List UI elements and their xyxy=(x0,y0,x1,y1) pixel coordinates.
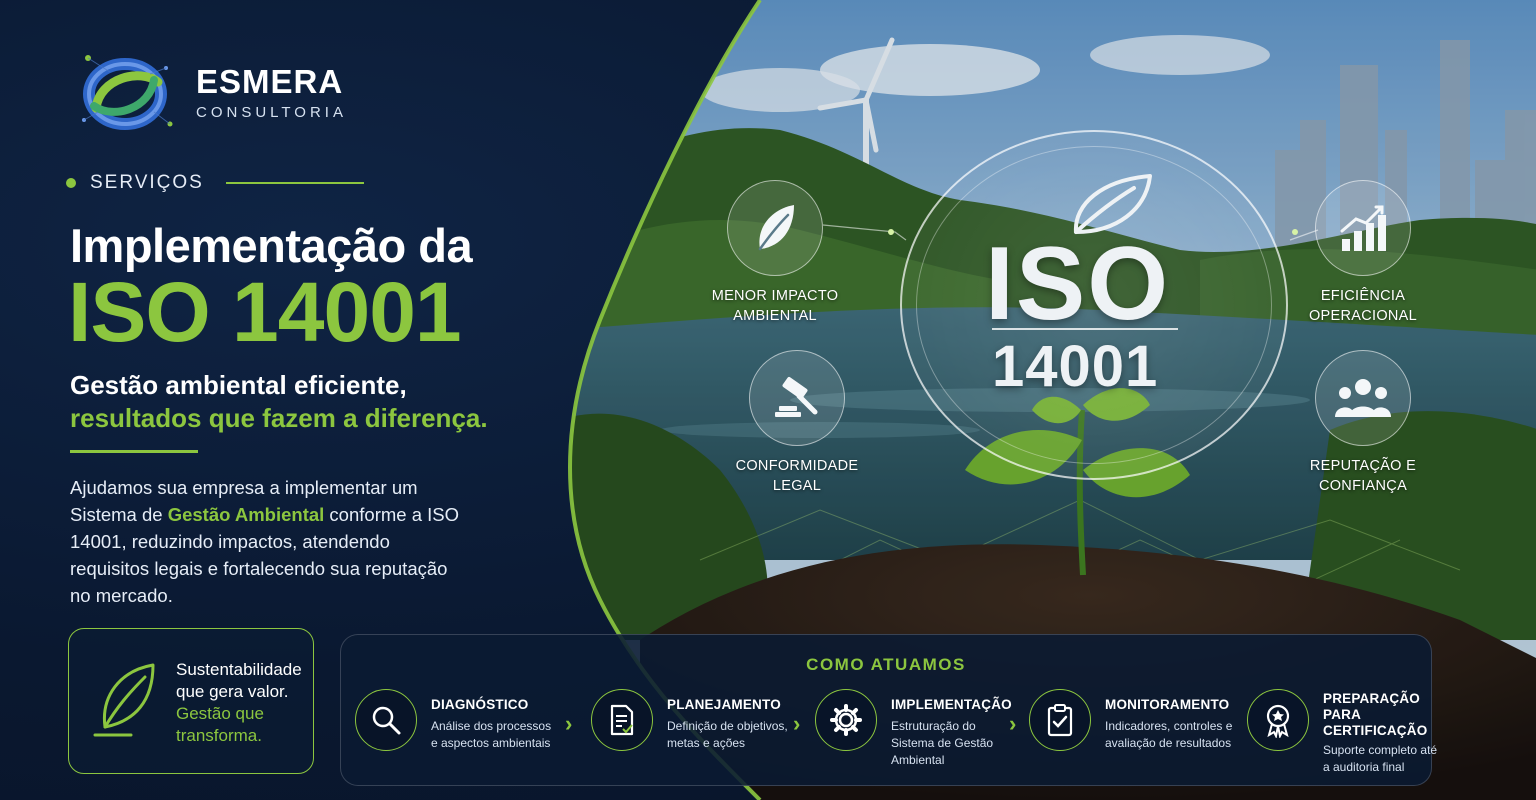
step-name: IMPLEMENTAÇÃO xyxy=(891,697,1012,712)
step-description: Definição de objetivos, metas e ações xyxy=(667,719,788,750)
brand-tagline: CONSULTORIA xyxy=(196,104,347,121)
benefit-label: MENOR IMPACTO AMBIENTAL xyxy=(711,288,839,324)
paragraph-highlight: Gestão Ambiental xyxy=(167,504,325,525)
step-description: Análise dos processos e aspectos ambient… xyxy=(431,719,552,750)
iso-badge-divider xyxy=(992,328,1178,330)
step-circle xyxy=(355,689,417,751)
step-circle xyxy=(591,689,653,751)
benefit-eficiencia: EFICIÊNCIA OPERACIONAL xyxy=(1288,180,1438,326)
process-title: COMO ATUAMOS xyxy=(806,655,966,674)
benefit-label: CONFORMIDADE LEGAL xyxy=(735,458,859,494)
benefit-circle xyxy=(727,180,823,276)
process-step-certificacao: PREPARAÇÃO PARA CERTIFICAÇÃO Suporte com… xyxy=(1247,689,1451,776)
leaf-icon xyxy=(758,205,794,251)
leaf-icon xyxy=(93,663,155,737)
benefit-circle xyxy=(1315,350,1411,446)
benefit-circle xyxy=(749,350,845,446)
sustainability-card: Sustentabilidade que gera valor. Gestão … xyxy=(68,628,314,774)
benefit-reputacao: REPUTAÇÃO E CONFIANÇA xyxy=(1288,350,1438,496)
step-name: PREPARAÇÃO PARA CERTIFICAÇÃO xyxy=(1323,691,1428,738)
process-step-planejamento: PLANEJAMENTO Definição de objetivos, met… xyxy=(591,689,795,752)
step-name: MONITORAMENTO xyxy=(1105,697,1230,712)
benefit-label: EFICIÊNCIA OPERACIONAL xyxy=(1308,288,1418,324)
process-panel: COMO ATUAMOS DIAGNÓSTICO Análise dos pro… xyxy=(340,634,1437,786)
step-circle xyxy=(815,689,877,751)
logo: ESMERA CONSULTORIA xyxy=(70,48,347,138)
subtitle-line1: Gestão ambiental eficiente, xyxy=(70,370,407,400)
process-step-monitoramento: MONITORAMENTO Indicadores, controles e a… xyxy=(1029,689,1237,752)
step-circle xyxy=(1247,689,1309,751)
banner: ESMERA CONSULTORIA SERVIÇOS Implementaçã… xyxy=(0,0,1536,800)
chevron-right-icon: › xyxy=(793,711,801,736)
process-step-diagnostico: DIAGNÓSTICO Análise dos processos e aspe… xyxy=(355,689,559,752)
step-name: DIAGNÓSTICO xyxy=(431,697,529,712)
divider xyxy=(70,450,198,453)
bullet-dot xyxy=(66,178,76,188)
card-highlight: Gestão que transforma. xyxy=(176,704,264,745)
process-step-implementacao: IMPLEMENTAÇÃO Estruturação do Sistema de… xyxy=(815,689,1019,769)
section-eyebrow: SERVIÇOS xyxy=(66,172,364,194)
award-icon xyxy=(1266,704,1290,738)
iso-badge-number: 14001 xyxy=(992,334,1159,399)
step-name: PLANEJAMENTO xyxy=(667,697,781,712)
headline-standard: ISO 14001 xyxy=(68,265,462,359)
benefit-menor-impacto: MENOR IMPACTO AMBIENTAL xyxy=(700,180,850,326)
gear-icon xyxy=(830,704,862,736)
eyebrow-label: SERVIÇOS xyxy=(90,172,204,193)
document-icon xyxy=(610,704,634,736)
subtitle-line2: resultados que fazem a diferença. xyxy=(70,403,488,433)
card-text: Sustentabilidade que gera valor. xyxy=(176,660,302,701)
brand-name: ESMERA xyxy=(196,63,344,100)
step-description: Estruturação do Sistema de Gestão Ambien… xyxy=(891,719,994,767)
step-description: Suporte completo até a auditoria final xyxy=(1323,743,1438,774)
step-circle xyxy=(1029,689,1091,751)
benefit-conformidade: CONFORMIDADE LEGAL xyxy=(722,350,872,496)
benefit-label: REPUTAÇÃO E CONFIANÇA xyxy=(1309,458,1417,494)
chevron-right-icon: › xyxy=(565,711,573,736)
divider xyxy=(225,182,364,184)
people-icon xyxy=(1335,379,1391,417)
search-icon xyxy=(372,706,401,735)
benefit-circle xyxy=(1315,180,1411,276)
step-description: Indicadores, controles e avaliação de re… xyxy=(1105,719,1233,750)
iso-badge-word: ISO xyxy=(985,226,1171,342)
esmera-logo-icon xyxy=(82,55,173,130)
intro-paragraph: Ajudamos sua empresa a implementar um Si… xyxy=(70,474,470,609)
chevron-right-icon: › xyxy=(1009,711,1017,736)
growth-chart-icon xyxy=(1340,205,1386,251)
gavel-icon xyxy=(775,376,818,417)
clipboard-check-icon xyxy=(1047,704,1073,737)
